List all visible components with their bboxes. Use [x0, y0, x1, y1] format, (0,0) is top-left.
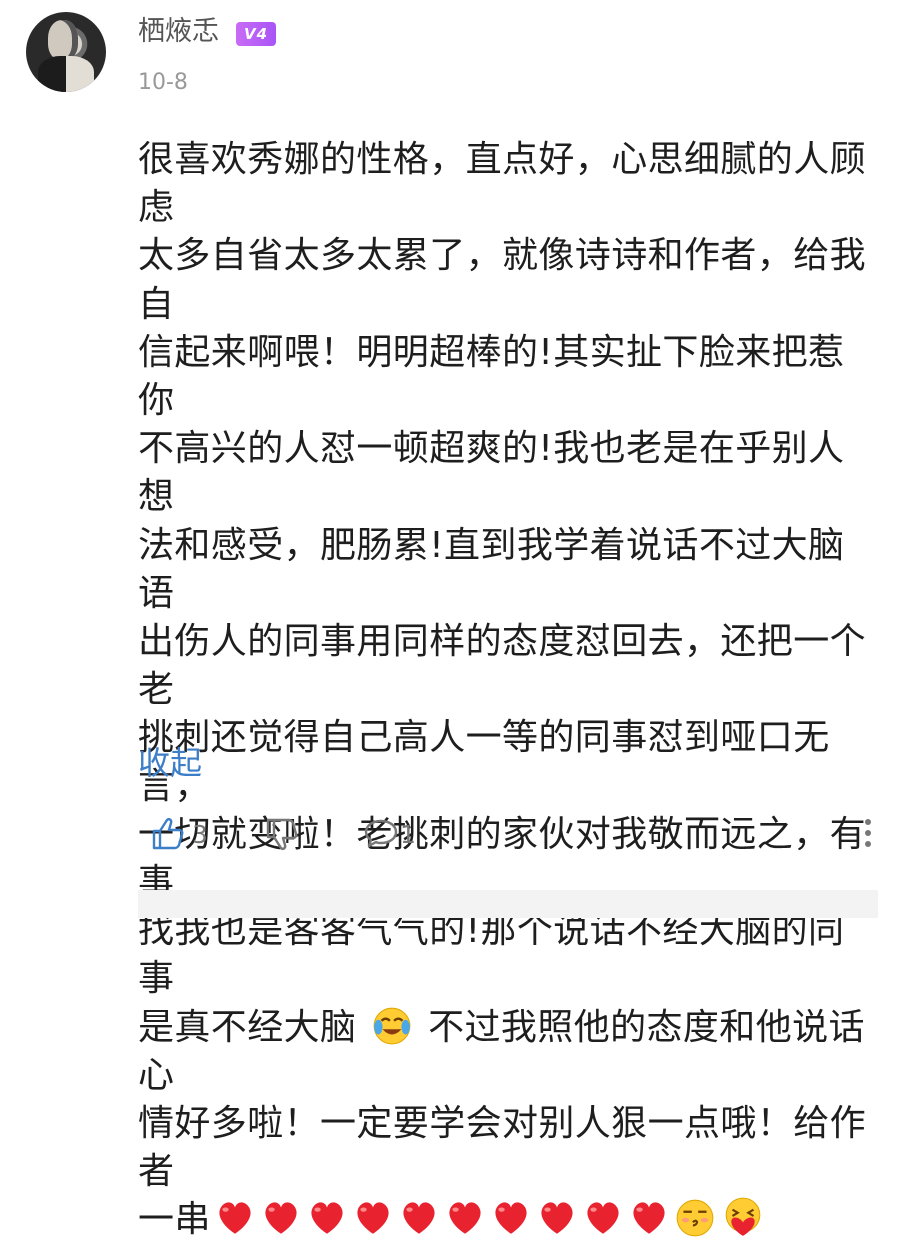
thumbs-down-icon [264, 816, 302, 852]
comment-line: 太多自省太多太累了，就像诗诗和作者，给我自 [138, 235, 867, 325]
smirk-face-emoji [676, 1200, 714, 1237]
comment-date: 10-8 [138, 70, 188, 95]
dislike-button[interactable] [258, 814, 302, 854]
vip-badge: V4 [236, 22, 277, 46]
red-heart-emoji [495, 1202, 527, 1235]
comment-line: 是真不经大脑 不过我照他的态度和他说话心 [138, 1004, 878, 1100]
comment-line: 挑刺还觉得自己高人一等的同事怼到哑口无言， [138, 717, 830, 807]
reply-count: 1 [400, 819, 416, 849]
red-heart-emoji [219, 1202, 251, 1235]
red-heart-emoji [311, 1202, 343, 1235]
reply-button[interactable]: 1 [356, 814, 416, 854]
comment-line: 很喜欢秀娜的性格，直点好，心思细腻的人顾虑 [138, 139, 867, 229]
red-heart-emoji [403, 1202, 435, 1235]
like-count: 3 [192, 819, 208, 849]
red-heart-emoji [449, 1202, 481, 1235]
like-button[interactable]: 3 [144, 814, 208, 854]
speech-bubble-icon [362, 816, 400, 852]
username[interactable]: 栖焲忎 [138, 14, 219, 50]
laughing-crying-emoji [373, 1007, 411, 1045]
comment-line: 出伤人的同事用同样的态度怼回去，还把一个老 [138, 621, 867, 711]
hug-heart-emoji [725, 1198, 761, 1237]
more-vertical-icon[interactable] [858, 816, 878, 850]
comment-line: 一串 [138, 1196, 878, 1244]
comment-line: 法和感受，肥肠累!直到我学着说话不过大脑语 [138, 524, 845, 614]
comment-fragment: 是真不经大脑 [138, 1006, 357, 1048]
reply-box[interactable] [138, 890, 878, 918]
red-heart-emoji [633, 1202, 665, 1235]
hearts-row [211, 1199, 671, 1240]
comment-fragment: 一串 [138, 1199, 211, 1241]
comment-line: 情好多啦！一定要学会对别人狠一点哦！给作者 [138, 1103, 867, 1193]
comment-line: 信起来啊喂！明明超棒的!其实扯下脸来把惹你 [138, 331, 845, 422]
red-heart-emoji [587, 1202, 619, 1235]
thumbs-up-icon [150, 816, 186, 852]
collapse-link[interactable]: 收起 [138, 738, 202, 784]
red-heart-emoji [265, 1202, 297, 1235]
avatar[interactable] [26, 12, 106, 92]
comment-line: 找我也是客客气气的!那个说话不经大脑的同事 [138, 910, 845, 1000]
comment-line: 不高兴的人怼一顿超爽的!我也老是在乎别人想 [138, 428, 845, 518]
red-heart-emoji [357, 1202, 389, 1235]
red-heart-emoji [541, 1202, 573, 1235]
comment-text: 很喜欢秀娜的性格，直点好，心思细腻的人顾虑 太多自省太多太累了，就像诗诗和作者，… [138, 136, 878, 1245]
